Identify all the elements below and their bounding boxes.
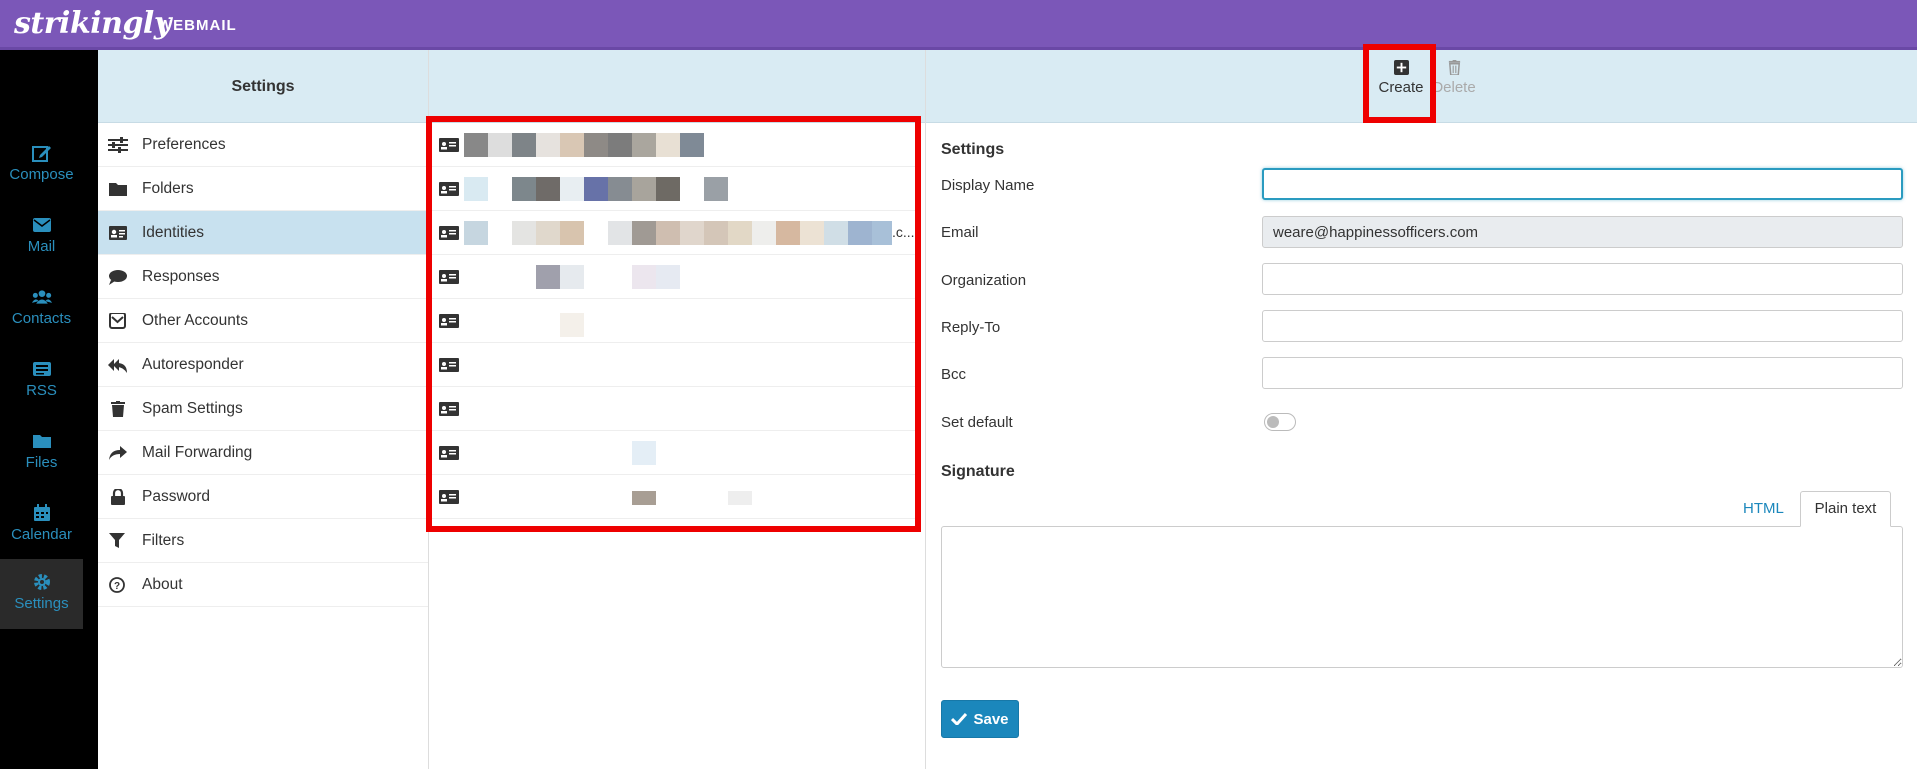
nav-mail[interactable]: Mail	[0, 202, 83, 272]
bcc-label: Bcc	[941, 366, 967, 383]
signature-textarea[interactable]	[941, 526, 1903, 668]
folder-icon	[109, 182, 127, 196]
brand-logo[interactable]: strikingly	[14, 6, 171, 41]
menu-item-folders[interactable]: Folders	[98, 167, 428, 211]
reply-all-icon	[108, 358, 127, 373]
save-button[interactable]: Save	[941, 700, 1019, 738]
create-highlight-box	[1363, 44, 1436, 123]
users-icon	[31, 290, 52, 304]
identities-list: .c...	[426, 50, 926, 769]
nav-contacts[interactable]: Contacts	[0, 274, 83, 344]
set-default-label: Set default	[941, 414, 1013, 431]
menu-item-other-accounts[interactable]: Other Accounts	[98, 299, 428, 343]
nav-calendar[interactable]: Calendar	[0, 490, 83, 560]
menu-item-label: About	[142, 575, 183, 593]
nav-files-label: Files	[25, 454, 58, 471]
folder-icon	[32, 435, 51, 448]
nav-contacts-label: Contacts	[11, 310, 72, 327]
nav-compose[interactable]: Compose	[0, 130, 83, 200]
nav-rss[interactable]: RSS	[0, 346, 83, 416]
trash-icon	[111, 400, 125, 417]
trash-icon	[1448, 60, 1460, 76]
reply-to-label: Reply-To	[941, 319, 1001, 336]
signature-tab-html[interactable]: HTML	[1743, 500, 1784, 517]
toggle-knob	[1267, 416, 1279, 428]
nav-rss-label: RSS	[26, 382, 57, 399]
menu-item-preferences[interactable]: Preferences	[98, 123, 428, 167]
email-label: Email	[941, 224, 979, 241]
identity-toolbar: Create Delete	[926, 44, 1917, 123]
nav-settings-label: Settings	[14, 595, 69, 612]
envelope-square-icon	[109, 312, 126, 329]
filter-icon	[109, 532, 125, 548]
nav-calendar-label: Calendar	[11, 526, 72, 543]
check-icon	[951, 713, 968, 725]
comment-icon	[109, 269, 127, 285]
nav-mail-label: Mail	[27, 238, 56, 255]
menu-item-label: Folders	[142, 179, 194, 197]
reply-to-field[interactable]	[1262, 310, 1903, 342]
display-name-label: Display Name	[941, 177, 1035, 194]
signature-tab-plain[interactable]: Plain text	[1800, 491, 1891, 527]
settings-menu-title: Settings	[98, 50, 428, 123]
bcc-field[interactable]	[1262, 357, 1903, 389]
save-label: Save	[973, 710, 1009, 728]
menu-item-label: Filters	[142, 531, 185, 549]
compose-icon	[31, 146, 51, 162]
organization-label: Organization	[941, 272, 1027, 289]
menu-item-spam-settings[interactable]: Spam Settings	[98, 387, 428, 431]
nav-settings[interactable]: Settings	[0, 559, 83, 629]
display-name-field[interactable]	[1262, 168, 1903, 200]
menu-item-label: Other Accounts	[142, 311, 248, 329]
settings-menu: Settings Preferences Folders Identities …	[98, 50, 429, 769]
menu-item-label: Preferences	[142, 135, 226, 153]
gear-icon	[33, 574, 50, 590]
set-default-toggle[interactable]	[1264, 413, 1296, 431]
menu-item-label: Mail Forwarding	[142, 443, 253, 461]
menu-item-label: Identities	[142, 223, 205, 241]
menu-item-filters[interactable]: Filters	[98, 519, 428, 563]
menu-item-label: Spam Settings	[142, 399, 243, 417]
menu-item-label: Autoresponder	[142, 355, 244, 373]
rss-icon	[32, 362, 51, 376]
main-nav: Compose Mail Contacts RSS Files Calendar…	[0, 50, 98, 769]
organization-field[interactable]	[1262, 263, 1903, 295]
menu-item-autoresponder[interactable]: Autoresponder	[98, 343, 428, 387]
lock-icon	[111, 488, 125, 505]
identity-editor: Create Delete Settings Display Name Emai…	[926, 44, 1917, 769]
top-bar: strikingly WEBMAIL	[0, 0, 1917, 50]
identities-highlight-box	[426, 116, 921, 532]
signature-title: Signature	[941, 463, 1015, 480]
menu-item-responses[interactable]: Responses	[98, 255, 428, 299]
email-field[interactable]	[1262, 216, 1903, 248]
identity-settings-title: Settings	[941, 141, 1005, 158]
question-circle-icon: ?	[109, 576, 125, 593]
svg-text:?: ?	[114, 581, 120, 592]
calendar-icon	[33, 504, 50, 521]
nav-compose-label: Compose	[9, 166, 74, 183]
nav-files[interactable]: Files	[0, 418, 83, 488]
id-card-icon	[109, 225, 127, 240]
menu-item-about[interactable]: ? About	[98, 563, 428, 607]
sliders-icon	[108, 136, 128, 153]
identities-list-header	[429, 50, 925, 123]
menu-item-label: Password	[142, 487, 211, 505]
envelope-icon	[32, 218, 51, 232]
menu-item-mail-forwarding[interactable]: Mail Forwarding	[98, 431, 428, 475]
menu-item-password[interactable]: Password	[98, 475, 428, 519]
product-name: WEBMAIL	[158, 17, 237, 34]
menu-item-identities[interactable]: Identities	[98, 211, 428, 255]
menu-item-label: Responses	[142, 267, 220, 285]
share-icon	[109, 445, 127, 460]
